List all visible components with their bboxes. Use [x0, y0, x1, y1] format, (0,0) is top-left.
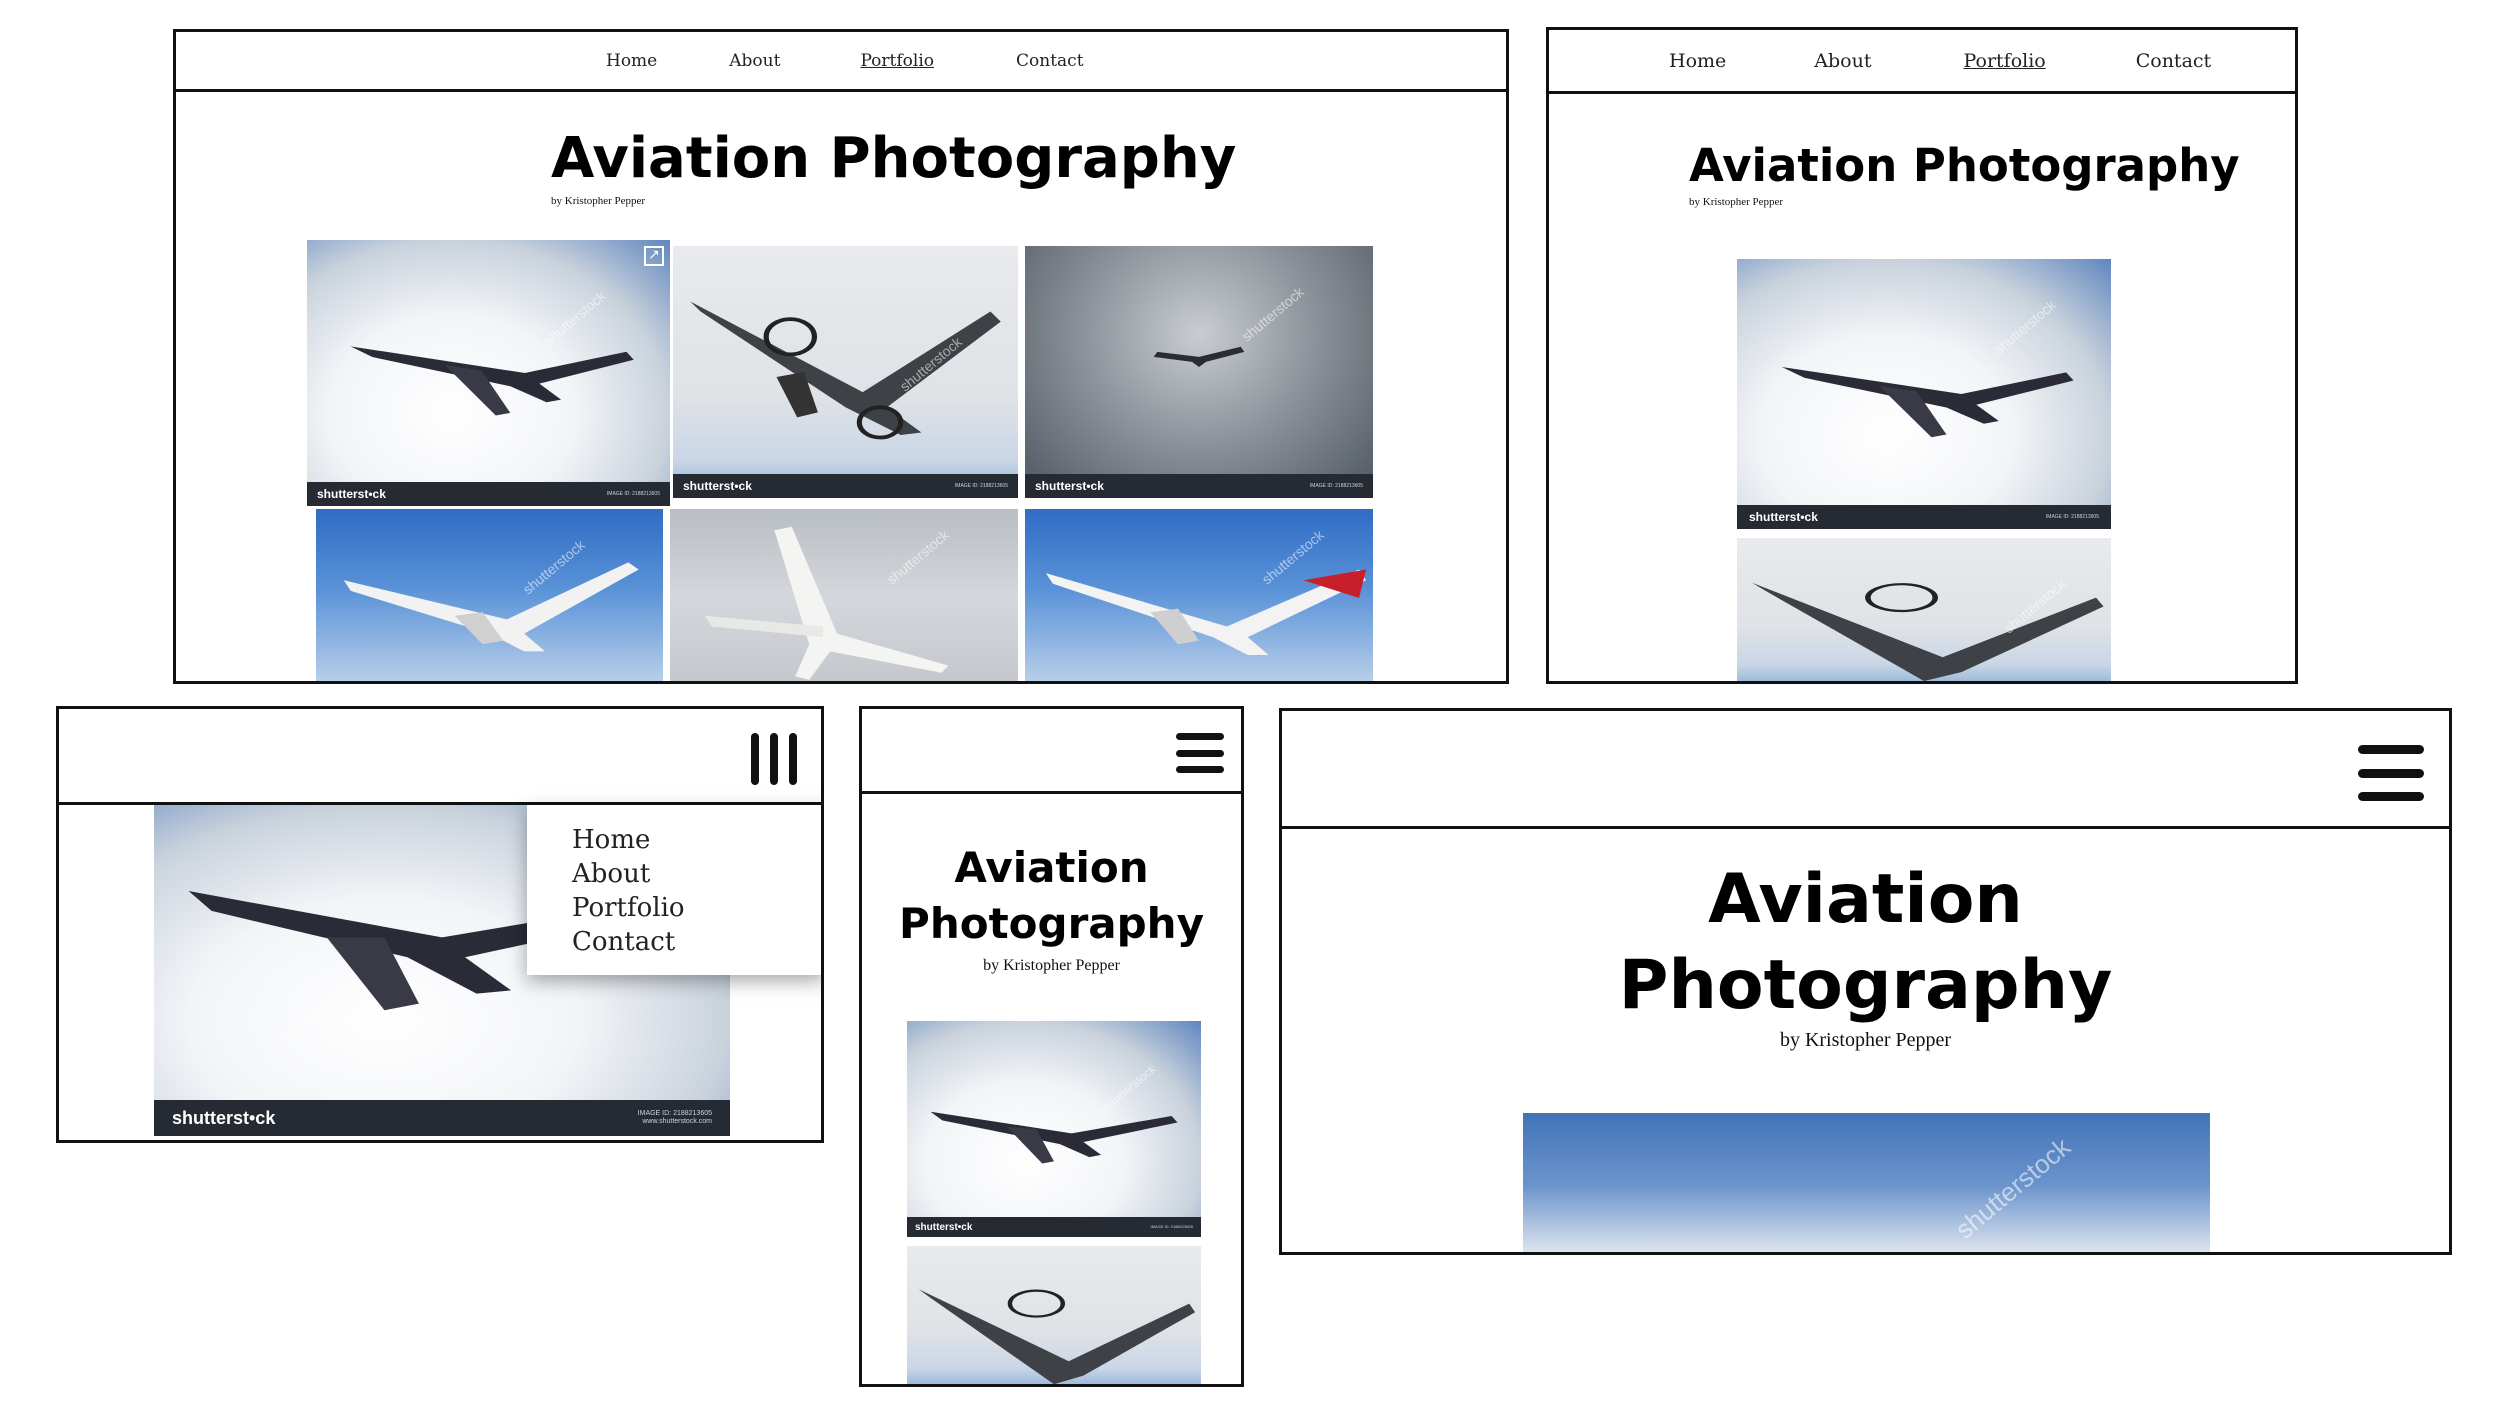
nav-portfolio-link[interactable]: Portfolio	[860, 51, 934, 71]
nav-contact-link[interactable]: Contact	[2136, 50, 2211, 72]
nav-home-link[interactable]: Home	[606, 51, 657, 71]
page-byline: by Kristopher Pepper	[551, 195, 646, 207]
shutterstock-strip: shutterst•ck IMAGE ID: 2188213605	[907, 1217, 1201, 1237]
page-byline: by Kristopher Pepper	[983, 957, 1120, 974]
gallery-photo-5[interactable]: shutterstock	[670, 509, 1018, 681]
shutterstock-strip: shutterst•ck IMAGE ID: 2188213605 www.sh…	[154, 1100, 730, 1136]
gallery-photo-6[interactable]: shutterstock	[1025, 509, 1373, 681]
gallery-photo-2[interactable]: shutterstock	[1737, 538, 2111, 681]
mobile-landscape-screenshot: shutterstock shutterst•ck IMAGE ID: 2188…	[56, 706, 824, 1143]
shutterstock-brand: shutterst•ck	[1035, 479, 1104, 493]
image-id: IMAGE ID: 2188213605	[1150, 1223, 1193, 1229]
site-header: Home About Portfolio Contact	[1549, 30, 2295, 94]
hamburger-menu-icon[interactable]	[2358, 745, 2424, 801]
site-header	[1282, 711, 2449, 829]
gallery-photo-1[interactable]: shutterstock ↗ shutterst•ck IMAGE ID: 21…	[307, 240, 670, 506]
page-title-line-2: Photography	[899, 899, 1204, 948]
page-title: Aviation Photography	[551, 126, 1237, 191]
turboprop-airplane-icon	[918, 1289, 1196, 1384]
page-title-line-1: Aviation	[1708, 860, 2023, 939]
airplane-icon	[350, 346, 634, 416]
nav-about-link[interactable]: About	[1814, 50, 1871, 72]
main-nav: Home About Portfolio Contact	[1669, 30, 2211, 91]
shutterstock-strip: shutterst•ck IMAGE ID: 2188213605	[673, 474, 1018, 498]
page-title-line-2: Photography	[1618, 946, 2113, 1025]
desktop-wide-screenshot: Home About Portfolio Contact Aviation Ph…	[173, 29, 1509, 684]
page-title-line-1: Aviation	[954, 843, 1149, 892]
airplane-icon	[704, 526, 949, 680]
airplane-icon	[343, 562, 639, 652]
menu-open-bars-icon[interactable]	[751, 733, 797, 785]
shutterstock-strip: shutterst•ck IMAGE ID: 2188213605	[307, 482, 670, 506]
site-header	[862, 709, 1241, 794]
site-header: Home About Portfolio Contact	[176, 32, 1506, 92]
image-id: IMAGE ID: 2188213605	[2045, 514, 2099, 520]
external-link-icon[interactable]: ↗	[644, 246, 664, 266]
image-id: IMAGE ID: 2188213605	[954, 483, 1008, 489]
page-byline: by Kristopher Pepper	[1689, 196, 1784, 208]
site-header	[59, 709, 821, 805]
airplane-icon	[1153, 346, 1245, 367]
tablet-zoomed-screenshot: Aviation Photography by Kristopher Peppe…	[1279, 708, 2452, 1255]
menu-item-contact[interactable]: Contact	[572, 925, 821, 959]
turboprop-airplane-icon	[690, 301, 1001, 440]
shutterstock-strip: shutterst•ck IMAGE ID: 2188213605	[1025, 474, 1373, 498]
mobile-portrait-screenshot: Aviation Photography by Kristopher Peppe…	[859, 706, 1244, 1387]
shutterstock-brand: shutterst•ck	[317, 487, 386, 501]
nav-contact-link[interactable]: Contact	[1016, 51, 1084, 71]
image-site-text: www.shutterstock.com	[642, 1118, 712, 1125]
page-title: Aviation Photography	[1689, 139, 2240, 192]
gallery-photo-2[interactable]	[907, 1246, 1201, 1384]
gallery-photo-2[interactable]: shutterstock shutterst•ck IMAGE ID: 2188…	[673, 246, 1018, 498]
shutterstock-brand: shutterst•ck	[172, 1107, 276, 1128]
menu-item-portfolio[interactable]: Portfolio	[572, 891, 821, 925]
nav-portfolio-link[interactable]: Portfolio	[1963, 50, 2045, 72]
nav-dropdown-menu: Home About Portfolio Contact	[527, 805, 821, 975]
main-nav: Home About Portfolio Contact	[606, 32, 1084, 89]
image-id: IMAGE ID: 2188213605	[1309, 483, 1363, 489]
menu-item-about[interactable]: About	[572, 857, 821, 891]
airplane-icon	[1781, 367, 2074, 438]
hamburger-menu-icon[interactable]	[1176, 733, 1224, 773]
image-id-text: IMAGE ID: 2188213605	[637, 1109, 712, 1117]
menu-item-home[interactable]: Home	[572, 823, 821, 857]
shutterstock-brand: shutterst•ck	[683, 479, 752, 493]
gallery-photo-1[interactable]: shutterstock shutterst•ck IMAGE ID: 2188…	[907, 1021, 1201, 1237]
image-id: IMAGE ID: 2188213605 www.shutterstock.co…	[638, 1110, 712, 1127]
shutterstock-brand: shutterst•ck	[1749, 510, 1818, 524]
gallery-photo-3[interactable]: shutterstock shutterst•ck IMAGE ID: 2188…	[1025, 246, 1373, 498]
page-byline: by Kristopher Pepper	[1779, 1029, 1952, 1051]
nav-home-link[interactable]: Home	[1669, 50, 1726, 72]
desktop-narrow-screenshot: Home About Portfolio Contact Aviation Ph…	[1546, 27, 2298, 684]
gallery-photo-4[interactable]: shutterstock	[316, 509, 663, 681]
nav-about-link[interactable]: About	[729, 51, 780, 71]
gallery-photo-1[interactable]: shutterstock	[1523, 1113, 2210, 1252]
turboprop-airplane-icon	[1751, 582, 2104, 681]
gallery-photo-1[interactable]: shutterstock shutterst•ck IMAGE ID: 2188…	[1737, 259, 2111, 529]
shutterstock-strip: shutterst•ck IMAGE ID: 2188213605	[1737, 505, 2111, 529]
shutterstock-brand: shutterst•ck	[915, 1221, 973, 1233]
airplane-icon	[930, 1111, 1178, 1164]
image-id: IMAGE ID: 2188213605	[606, 491, 660, 497]
